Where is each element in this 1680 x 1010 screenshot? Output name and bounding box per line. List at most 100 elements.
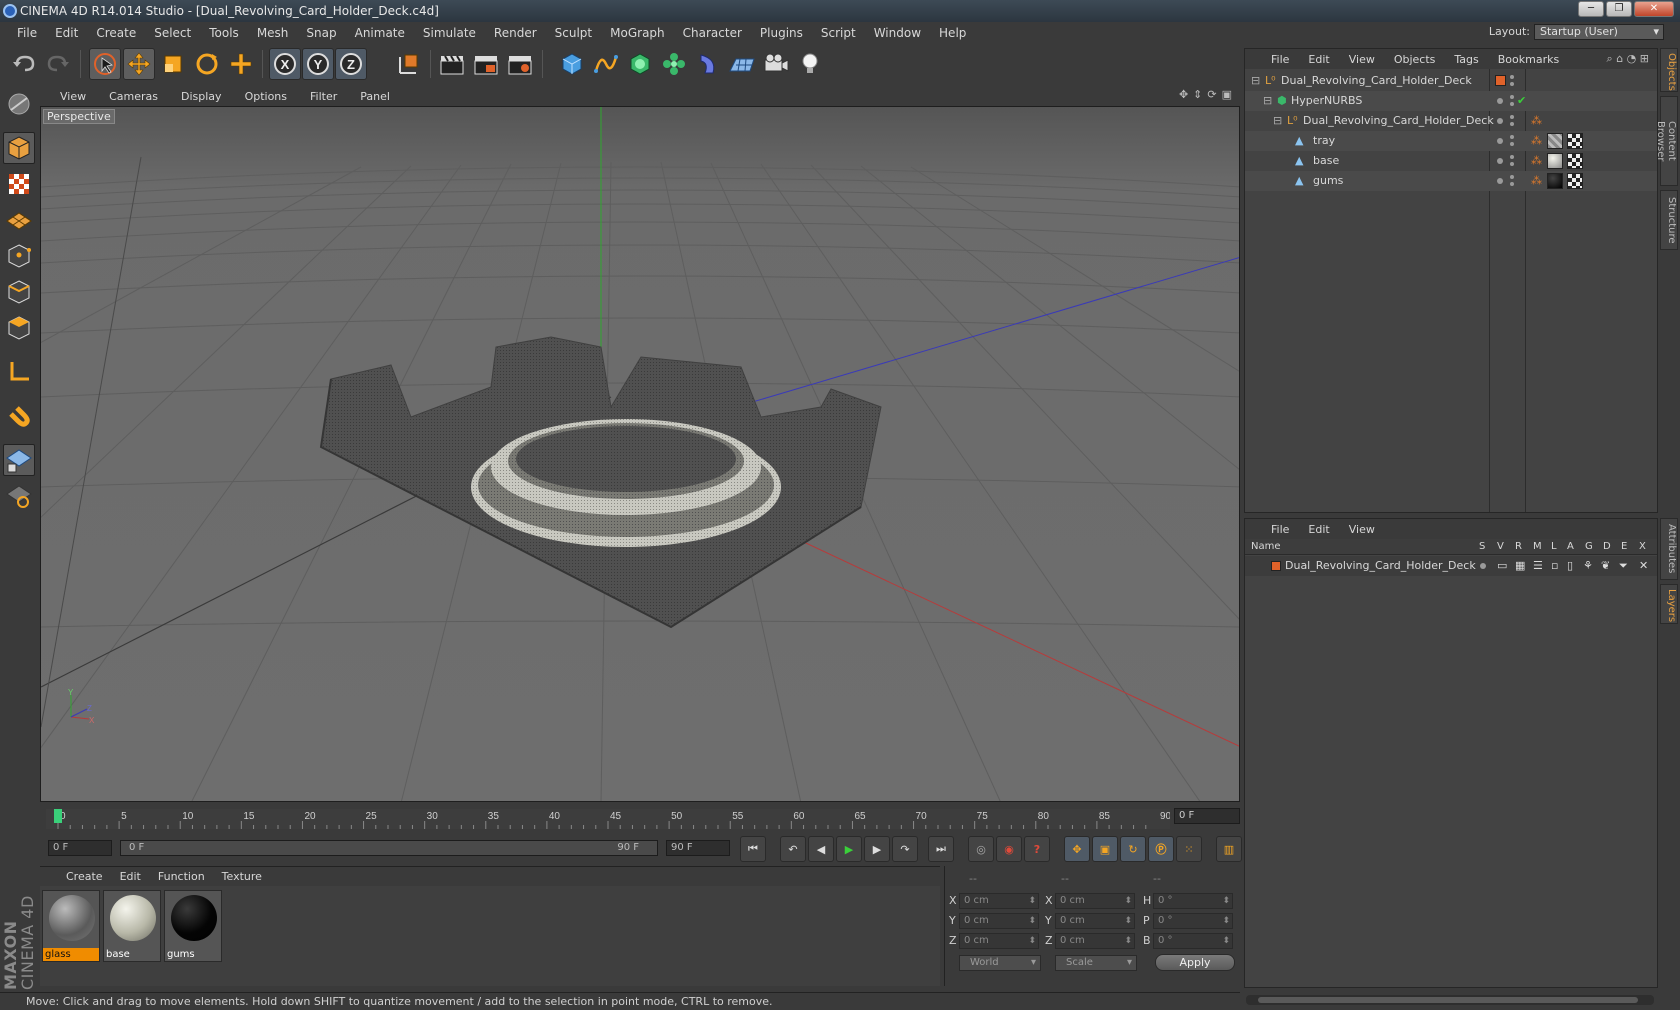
layer-dot[interactable] (1497, 158, 1503, 164)
restore-button[interactable]: ❐ (1606, 1, 1632, 17)
pos-y-field[interactable]: 0 cm (959, 913, 1039, 929)
editor-visibility-dot[interactable] (1510, 95, 1514, 99)
layer-dot[interactable] (1497, 98, 1503, 104)
glass-material-tag[interactable] (1547, 133, 1563, 149)
menu-script[interactable]: Script (812, 22, 865, 44)
menu-render[interactable]: Render (485, 22, 546, 44)
editor-visibility-dot[interactable] (1510, 155, 1514, 159)
menu-mesh[interactable]: Mesh (248, 22, 298, 44)
menu-character[interactable]: Character (674, 22, 751, 44)
viewport-camera-label[interactable]: Perspective (43, 109, 115, 124)
render-visibility-dot[interactable] (1510, 82, 1514, 86)
layers-menu-file[interactable]: File (1271, 523, 1289, 536)
editor-visibility-dot[interactable] (1510, 135, 1514, 139)
record-point-level-button[interactable]: ⁙ (1176, 836, 1202, 862)
material-menu-edit[interactable]: Edit (120, 870, 141, 883)
goto-start-button[interactable]: ⏮ (740, 836, 766, 862)
tab-attributes[interactable]: Attributes (1660, 518, 1678, 580)
eye-icon[interactable]: ◔ (1627, 52, 1637, 65)
layer-deformer-icon[interactable]: ❦ (1601, 556, 1610, 576)
material-menu-texture[interactable]: Texture (222, 870, 262, 883)
layer-color-swatch[interactable] (1495, 75, 1506, 86)
rot-b-field[interactable]: 0 ° (1153, 933, 1233, 949)
layer-xref-icon[interactable]: ✕ (1639, 556, 1648, 576)
timeline-window-button[interactable]: ▥ (1216, 836, 1242, 862)
rot-h-field[interactable]: 0 ° (1153, 893, 1233, 909)
viewport-menu-cameras[interactable]: Cameras (109, 90, 158, 103)
object-row[interactable]: ▲ gums ⁂ (1245, 171, 1657, 191)
phong-tag-icon[interactable]: ⁂ (1531, 151, 1542, 171)
phong-tag-icon[interactable]: ⁂ (1531, 111, 1542, 131)
tab-layers[interactable]: Layers (1660, 584, 1678, 624)
goto-prev-key-button[interactable]: ↶ (780, 836, 806, 862)
uvw-tag[interactable] (1567, 153, 1583, 169)
layer-dot[interactable] (1497, 118, 1503, 124)
size-mode-dropdown[interactable]: Scale (1055, 955, 1137, 971)
end-frame-field[interactable]: 90 F (666, 840, 730, 856)
goto-next-key-button[interactable]: ↷ (892, 836, 918, 862)
layer-horizontal-scrollbar[interactable] (1246, 995, 1654, 1005)
orbit-view-icon[interactable]: ⟳ (1207, 88, 1216, 101)
workplane-mode-button[interactable] (3, 204, 35, 236)
start-frame-field[interactable]: 0 F (48, 840, 112, 856)
layer-dot[interactable] (1497, 178, 1503, 184)
column-solo[interactable]: S (1479, 539, 1485, 555)
size-x-field[interactable]: 0 cm (1055, 893, 1135, 909)
render-to-picture-viewer-button[interactable] (470, 48, 502, 80)
enabled-checkmark-icon[interactable]: ✔ (1517, 91, 1526, 111)
collapse-icon[interactable]: ⊟ (1263, 91, 1272, 111)
layers-menu-view[interactable]: View (1349, 523, 1375, 536)
render-settings-button[interactable] (504, 48, 536, 80)
menu-mograph[interactable]: MoGraph (601, 22, 674, 44)
objects-menu-objects[interactable]: Objects (1394, 53, 1436, 66)
menu-snap[interactable]: Snap (297, 22, 345, 44)
objects-menu-view[interactable]: View (1349, 53, 1375, 66)
new-view-icon[interactable]: ⊞ (1640, 52, 1649, 65)
uvw-tag[interactable] (1567, 133, 1583, 149)
editor-visibility-dot[interactable] (1510, 75, 1514, 79)
maximize-view-icon[interactable]: ▣ (1222, 88, 1232, 101)
snap-button[interactable] (3, 400, 35, 432)
object-row[interactable]: ▲ tray ⁂ (1245, 131, 1657, 151)
close-button[interactable]: ✕ (1634, 1, 1674, 17)
polygons-mode-button[interactable] (3, 312, 35, 344)
layer-render-icon[interactable]: ▦ (1515, 556, 1525, 576)
size-y-field[interactable]: 0 cm (1055, 913, 1135, 929)
coordinate-system-button[interactable] (392, 48, 424, 80)
column-render[interactable]: R (1515, 539, 1522, 555)
home-icon[interactable]: ⌂ (1616, 52, 1623, 65)
goto-next-frame-button[interactable]: ▶ (864, 836, 890, 862)
uvw-tag[interactable] (1567, 173, 1583, 189)
phong-tag-icon[interactable]: ⁂ (1531, 171, 1542, 191)
planar-workplane-button[interactable] (3, 480, 35, 512)
add-array-button[interactable] (658, 48, 690, 80)
record-rotation-button[interactable]: ↻ (1120, 836, 1146, 862)
add-light-button[interactable] (794, 48, 826, 80)
keyframe-selection-button[interactable]: ? (1024, 836, 1050, 862)
menu-edit[interactable]: Edit (46, 22, 87, 44)
collapse-icon[interactable]: ⊟ (1273, 111, 1282, 131)
record-active-objects-button[interactable]: ◎ (968, 836, 994, 862)
scale-tool-button[interactable] (157, 48, 189, 80)
viewport-menu-options[interactable]: Options (245, 90, 287, 103)
axis-mode-button[interactable] (3, 356, 35, 388)
render-visibility-dot[interactable] (1510, 142, 1514, 146)
add-deformer-button[interactable] (692, 48, 724, 80)
object-row[interactable]: ⊟ L⁰ Dual_Revolving_Card_Holder_Deck (1245, 71, 1657, 91)
editor-visibility-dot[interactable] (1510, 175, 1514, 179)
column-expressions[interactable]: E (1621, 539, 1627, 555)
layout-dropdown[interactable]: Startup (User) (1534, 24, 1664, 40)
last-tool-button[interactable] (225, 48, 257, 80)
menu-simulate[interactable]: Simulate (414, 22, 485, 44)
coordinate-mode-dropdown[interactable]: World (959, 955, 1041, 971)
timeline-ruler[interactable]: 0 5 10 15 20 25 30 35 40 45 50 55 60 65 70 75 80 85 90 (46, 805, 1172, 833)
pos-x-field[interactable]: 0 cm (959, 893, 1039, 909)
y-axis-lock-button[interactable]: Y (302, 48, 334, 80)
render-visibility-dot[interactable] (1510, 122, 1514, 126)
menu-sculpt[interactable]: Sculpt (546, 22, 601, 44)
column-generators[interactable]: G (1585, 539, 1593, 555)
menu-animate[interactable]: Animate (346, 22, 414, 44)
x-axis-lock-button[interactable]: X (269, 48, 301, 80)
viewport-menu-display[interactable]: Display (181, 90, 222, 103)
column-manager[interactable]: M (1533, 539, 1542, 555)
